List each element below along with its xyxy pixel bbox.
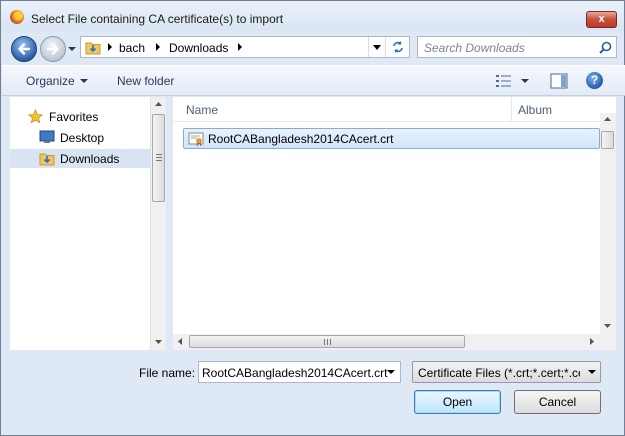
chevron-down-icon [588,370,596,374]
new-folder-button[interactable]: New folder [117,74,174,88]
sidebar-item-favorites[interactable]: Favorites [10,107,150,126]
sidebar-item-label: Downloads [60,152,120,166]
back-arrow-icon [18,43,31,55]
back-button[interactable] [11,36,37,62]
file-type-select[interactable]: Certificate Files (*.crt;*.cert;*.ce [412,361,601,383]
breadcrumb-downloads[interactable]: Downloads [169,41,228,55]
file-type-value: Certificate Files (*.crt;*.cert;*.ce [418,366,580,380]
firefox-icon [10,10,24,24]
view-details-icon[interactable] [495,74,513,88]
navigation-pane: Favorites Desktop Downloads [10,97,166,350]
view-options-dropdown[interactable] [521,79,529,83]
file-name: RootCABangladesh2014CAcert.crt [208,132,394,146]
horizontal-scroll-thumb[interactable] [189,335,465,348]
search-icon[interactable] [599,41,612,54]
file-list-vertical-scrollbar[interactable] [600,113,616,334]
open-button[interactable]: Open [414,390,501,414]
forward-button[interactable] [40,36,66,62]
file-dialog: Select File containing CA certificate(s)… [0,0,625,436]
scroll-up-icon[interactable] [604,117,611,121]
filename-label: File name: [139,366,196,380]
title-bar: Select File containing CA certificate(s)… [1,1,624,31]
column-divider[interactable] [511,97,512,122]
help-icon[interactable]: ? [586,72,603,89]
address-history-dropdown[interactable] [368,37,385,57]
navigation-scrollbar[interactable] [150,97,166,350]
scroll-up-icon[interactable] [155,102,162,106]
breadcrumb-arrow-icon[interactable] [155,43,161,51]
filename-input[interactable]: RootCABangladesh2014CAcert.crt [198,361,401,383]
vertical-scroll-thumb[interactable] [601,131,614,149]
scroll-down-icon[interactable] [155,340,162,344]
scroll-left-icon[interactable] [178,338,182,345]
column-header-name[interactable]: Name [186,103,218,117]
scroll-down-icon[interactable] [604,324,611,328]
chevron-down-icon[interactable] [387,370,395,374]
organize-label: Organize [26,74,75,88]
search-placeholder: Search Downloads [424,41,525,55]
column-header-album[interactable]: Album [518,103,552,117]
scrollbar-corner [600,334,616,350]
desktop-icon [39,130,55,143]
chevron-down-icon [79,79,88,83]
downloads-folder-icon [85,42,101,55]
breadcrumb-arrow-icon[interactable] [237,43,243,51]
file-list-horizontal-scrollbar[interactable] [173,334,600,350]
forward-arrow-icon [46,43,59,55]
downloads-folder-icon [39,153,55,166]
filename-value: RootCABangladesh2014CAcert.crt [202,366,388,380]
sidebar-item-downloads[interactable]: Downloads [10,149,150,168]
cancel-button[interactable]: Cancel [514,390,601,414]
organize-button[interactable]: Organize [26,74,88,88]
file-row[interactable]: RootCABangladesh2014CAcert.crt [183,128,600,149]
scroll-right-icon[interactable] [590,338,594,345]
sidebar-item-label: Desktop [60,131,105,145]
certificate-icon [188,132,204,146]
preview-pane-icon[interactable] [550,73,568,89]
refresh-button[interactable] [385,37,409,57]
recent-pages-chevron-icon[interactable] [67,44,77,54]
search-box[interactable]: Search Downloads [417,36,617,58]
close-button[interactable]: x [586,11,617,28]
star-icon [28,109,43,124]
window-title: Select File containing CA certificate(s)… [31,12,284,26]
breadcrumb-bach[interactable]: bach [119,41,145,55]
chevron-down-icon [373,45,381,50]
refresh-icon [393,41,403,53]
file-list: Name Album RootCABangladesh2014CAcert.cr… [173,97,616,350]
column-header: Name Album [173,97,600,122]
breadcrumb-arrow-icon[interactable] [107,43,113,51]
address-bar[interactable]: bach Downloads [80,36,410,58]
command-toolbar: Organize New folder ? [2,65,625,96]
navigation-scroll-thumb[interactable] [152,114,165,202]
sidebar-item-label: Favorites [49,110,99,124]
sidebar-item-desktop[interactable]: Desktop [10,128,150,147]
